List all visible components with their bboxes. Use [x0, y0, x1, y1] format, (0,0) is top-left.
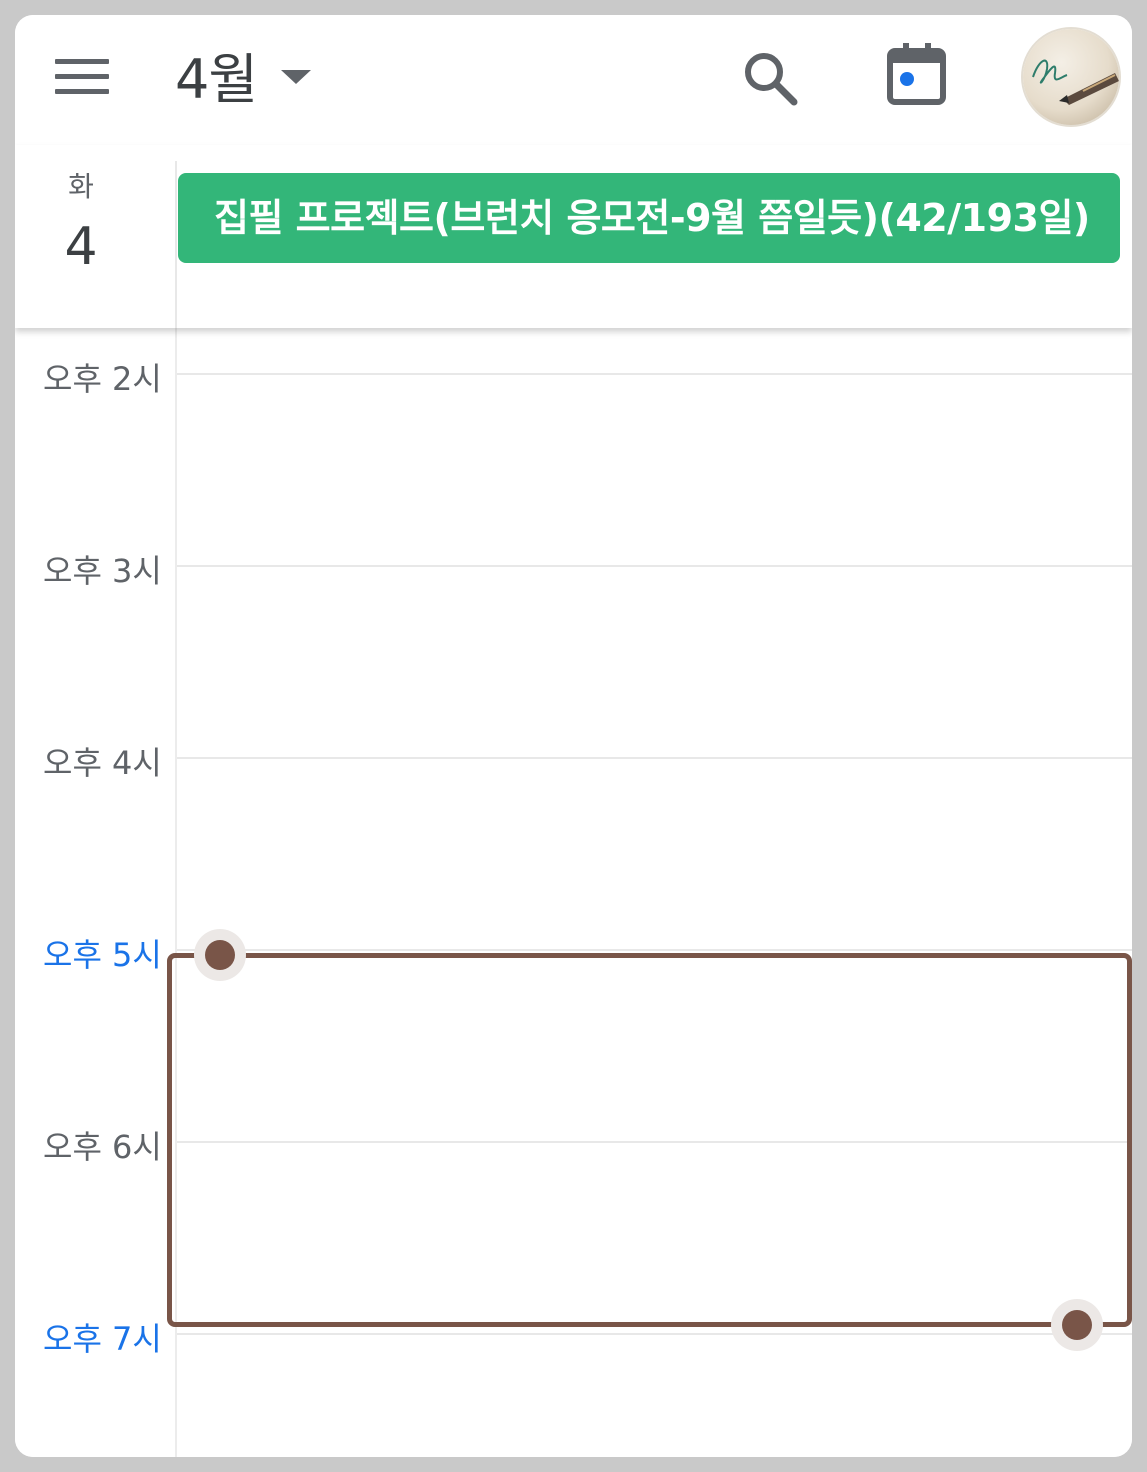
hour-label: 오후 4시	[43, 744, 162, 782]
avatar[interactable]	[1023, 29, 1119, 125]
search-icon[interactable]	[741, 49, 801, 109]
time-grid[interactable]: 오후 2시 오후 3시 오후 4시 오후 5시 오후 6시 오후 7시	[15, 328, 1132, 1457]
hour-gridline	[177, 757, 1132, 759]
hour-label: 오후 2시	[43, 360, 162, 398]
all-day-event[interactable]: 집필 프로젝트(브런치 응모전-9월 쯤일듯)(42/193일)	[178, 173, 1120, 263]
app-bar: 4월	[15, 15, 1132, 145]
arrow-drop-down-icon	[281, 70, 312, 84]
hour-label: 오후 6시	[43, 1128, 162, 1166]
hour-label: 오후 7시	[43, 1320, 162, 1358]
calendar-app: 4월 화 4 집필 프로젝트(브런치 응모전-9월 쯤일듯)(42/193일) …	[15, 15, 1132, 1457]
hour-gridline	[177, 1333, 1132, 1335]
month-label: 4월	[175, 47, 258, 111]
drag-handle-top[interactable]	[194, 929, 246, 981]
hour-gridline	[177, 565, 1132, 567]
hour-label: 오후 3시	[43, 552, 162, 590]
new-event-selection[interactable]	[167, 953, 1132, 1327]
drag-handle-bottom[interactable]	[1051, 1299, 1103, 1351]
month-picker[interactable]: 4월	[175, 39, 312, 111]
calendar-today-icon[interactable]	[885, 41, 947, 107]
weekday-label: 화	[68, 170, 94, 203]
hour-gridline	[177, 949, 1132, 951]
divider	[175, 161, 177, 328]
hour-label: 오후 5시	[43, 936, 162, 974]
hour-gridline	[177, 373, 1132, 375]
day-number[interactable]: 4	[15, 217, 147, 277]
menu-icon[interactable]	[55, 57, 111, 97]
day-column-header: 화 4	[15, 145, 147, 328]
day-header: 화 4 집필 프로젝트(브런치 응모전-9월 쯤일듯)(42/193일)	[15, 145, 1132, 328]
